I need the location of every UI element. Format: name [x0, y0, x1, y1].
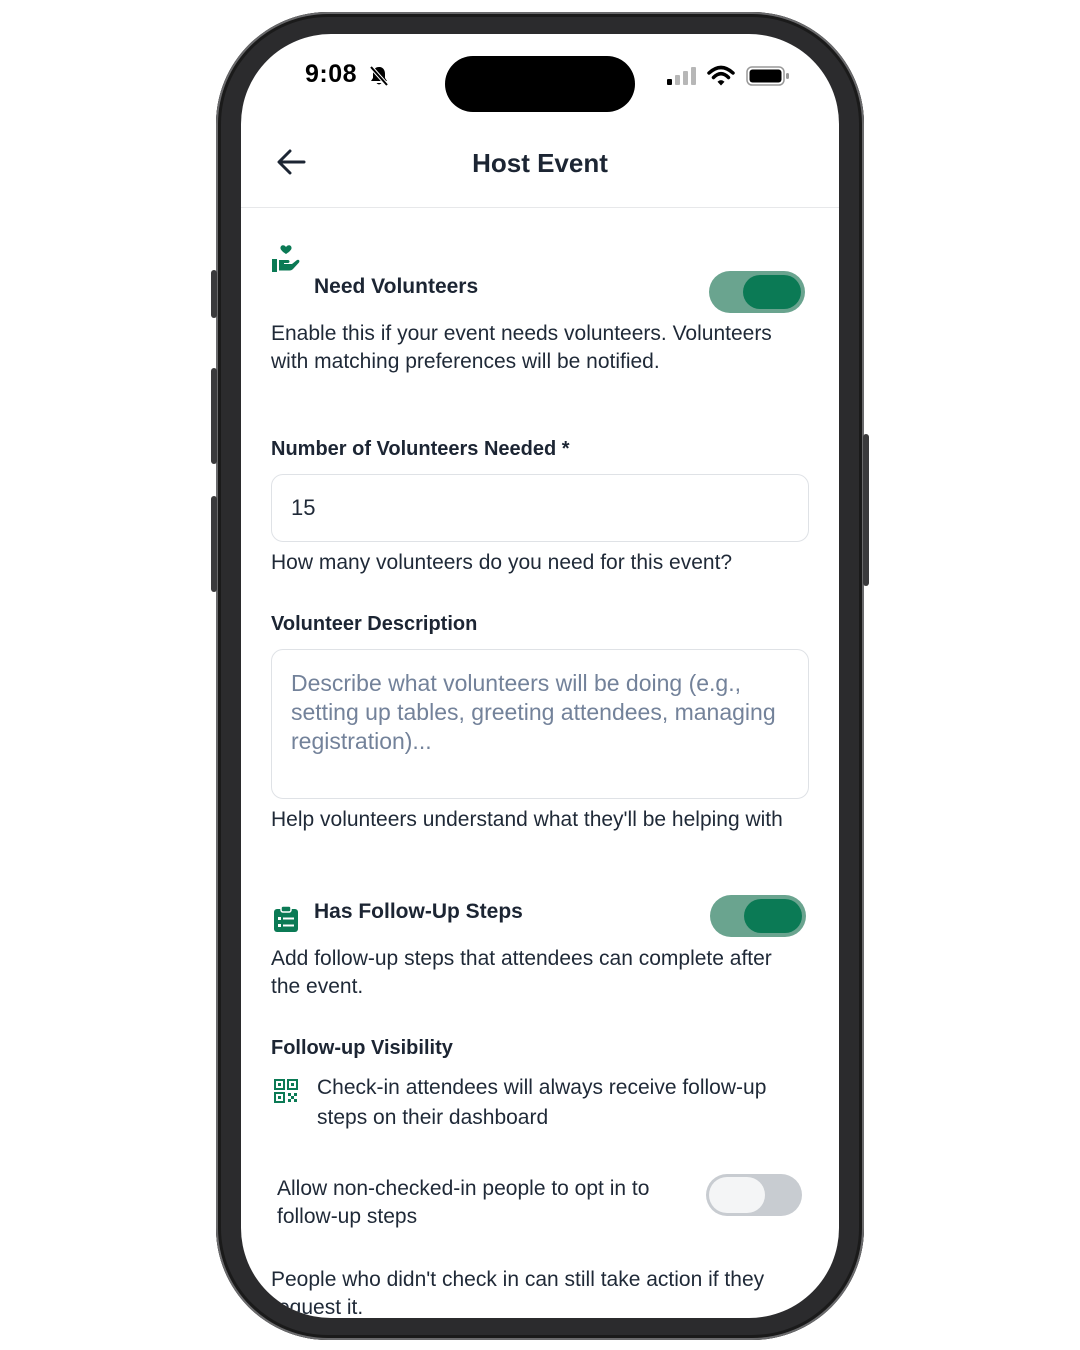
optin-label: Allow non-checked-in people to opt in to… [277, 1177, 650, 1228]
volume-down-button [211, 496, 217, 592]
follow-up-section-title: Has Follow-Up Steps [314, 900, 523, 923]
volunteers-section-title: Need Volunteers [314, 275, 479, 298]
volunteer-count-help: How many volunteers do you need for this… [271, 551, 733, 574]
volunteer-description-textarea[interactable] [271, 649, 809, 799]
bell-slash-icon [368, 65, 390, 92]
volunteer-description-label: Volunteer Description [271, 613, 478, 635]
volunteer-count-input[interactable] [271, 474, 809, 542]
signal-icon [667, 67, 697, 90]
toggle-knob [744, 899, 802, 933]
page-title: Host Event [472, 148, 608, 178]
status-time: 9:08 [305, 60, 358, 88]
toggle-knob [743, 275, 801, 309]
dynamic-island [445, 56, 635, 112]
toggle-knob [709, 1177, 765, 1213]
follow-up-toggle[interactable] [710, 895, 806, 937]
screen: 9:08 Host Event Need Volunteers Enable t… [241, 34, 839, 1318]
volunteers-description: Enable this if your event needs voluntee… [271, 322, 772, 373]
optin-help: People who didn't check in can still tak… [271, 1268, 765, 1318]
follow-up-visibility-label: Follow-up Visibility [271, 1037, 453, 1059]
battery-icon [746, 66, 790, 91]
checkin-followup-note: Check-in attendees will always receive f… [317, 1076, 767, 1129]
action-button [211, 270, 217, 318]
follow-up-description: Add follow-up steps that attendees can c… [271, 947, 772, 998]
app-header: Host Event [241, 130, 839, 208]
clipboard-list-icon [273, 905, 299, 938]
volunteer-hand-heart-icon [271, 244, 301, 279]
volunteer-count-label: Number of Volunteers Needed * [271, 438, 570, 460]
volunteer-description-help: Help volunteers understand what they'll … [271, 808, 783, 831]
optin-toggle[interactable] [706, 1174, 802, 1216]
need-volunteers-toggle[interactable] [709, 271, 805, 313]
volume-up-button [211, 368, 217, 464]
power-button [863, 434, 869, 586]
qr-code-icon [274, 1079, 298, 1108]
wifi-icon [707, 65, 735, 92]
